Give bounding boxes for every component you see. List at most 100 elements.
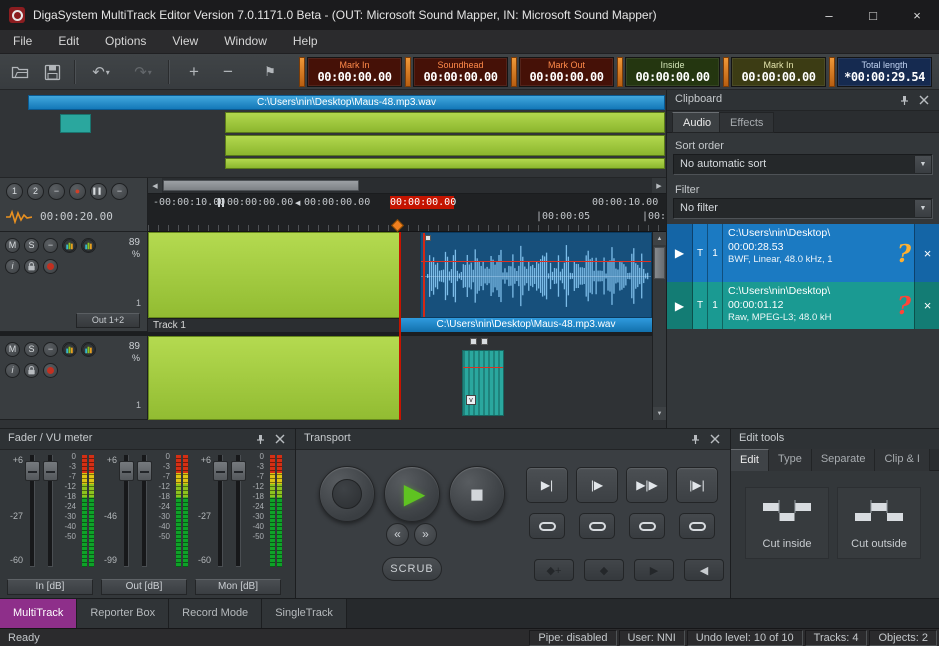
marker-button[interactable]: ⚑ (256, 60, 284, 84)
scroll-left-arrow[interactable]: ◀ (148, 178, 162, 193)
menu-item-view[interactable]: View (159, 30, 211, 53)
clipboard-item-1[interactable]: ▶ T 1 C:\Users\nin\Desktop\ 00:00:28.53 … (667, 224, 939, 282)
track1-solo-button[interactable]: S (24, 238, 39, 253)
object-handle[interactable] (470, 338, 477, 345)
scroll-up-arrow[interactable]: ▲ (653, 232, 666, 245)
track1-meter2-icon[interactable] (81, 238, 96, 253)
undo-dropdown-icon[interactable]: ▾ (106, 68, 110, 77)
redo-button[interactable]: ↷▾ (126, 60, 160, 84)
play-around-button[interactable]: |▶| (676, 467, 718, 503)
tab-effects[interactable]: Effects (719, 112, 774, 133)
playhead-line[interactable] (399, 232, 401, 420)
overview-clip-3[interactable] (225, 158, 665, 169)
track1-info-button[interactable]: i (5, 259, 20, 274)
track2-meter2-icon[interactable] (81, 342, 96, 357)
timeline-ruler[interactable]: -00:00:10.00 00:00:00.00 ◀ 00:00:00.00 0… (148, 194, 666, 232)
track1-record-arm-button[interactable] (43, 259, 58, 274)
track2-record-arm-button[interactable] (43, 363, 58, 378)
channel-1-button[interactable]: 1 (6, 183, 23, 200)
play-to-mark-button[interactable]: ▶| (526, 467, 568, 503)
undo-button[interactable]: ↶▾ (84, 60, 118, 84)
scrub-button[interactable]: SCRUB (382, 557, 442, 581)
marker-button[interactable]: ◆ (584, 559, 624, 581)
open-button[interactable] (6, 60, 34, 84)
tab-clip[interactable]: Clip & I (875, 449, 929, 471)
chevron-down-icon[interactable]: ▼ (914, 156, 931, 173)
item-remove-button[interactable]: × (914, 282, 939, 329)
zoom-out-button[interactable]: − (214, 60, 242, 84)
record-indicator-button[interactable]: ● (69, 183, 86, 200)
track1-lock-button[interactable] (24, 259, 39, 274)
track2-minimize-button[interactable]: − (43, 342, 58, 357)
scroll-right-arrow[interactable]: ▶ (652, 178, 666, 193)
pin-icon[interactable] (690, 434, 702, 445)
track2-info-button[interactable]: i (5, 363, 20, 378)
menu-item-edit[interactable]: Edit (45, 30, 92, 53)
scroll-down-arrow[interactable]: ▼ (653, 407, 666, 420)
stop-button[interactable]: ■ (449, 466, 505, 522)
play-button[interactable]: ▶ (384, 466, 440, 522)
track1-minimize-button[interactable]: − (43, 238, 58, 253)
display-grip[interactable] (829, 57, 835, 87)
display-grip[interactable] (405, 57, 411, 87)
clip-track2-green[interactable] (148, 336, 400, 420)
clip-volume-line[interactable] (421, 261, 651, 262)
track1-meter-icon[interactable] (62, 238, 77, 253)
pause-indicator-button[interactable]: ▌▌ (90, 183, 107, 200)
close-panel-icon[interactable] (919, 95, 931, 106)
tab-multitrack[interactable]: MultiTrack (0, 599, 77, 628)
track2-lock-button[interactable] (24, 363, 39, 378)
skip-forward-button[interactable]: » (414, 523, 437, 546)
item-play-button[interactable]: ▶ (667, 224, 693, 282)
clip-track1-waveform[interactable] (420, 232, 652, 318)
track2-meter-icon[interactable] (62, 342, 77, 357)
fader-slider[interactable] (137, 461, 152, 481)
display-grip[interactable] (723, 57, 729, 87)
fader-slider[interactable] (231, 461, 246, 481)
skip-back-button[interactable]: « (386, 523, 409, 546)
menu-item-help[interactable]: Help (280, 30, 331, 53)
close-panel-icon[interactable] (710, 434, 722, 445)
pin-icon[interactable] (899, 95, 911, 106)
track1-clip-label[interactable]: C:\Users\nin\Desktop\Maus-48.mp3.wav (400, 318, 652, 332)
minimize-button[interactable]: – (807, 0, 851, 30)
track1-output-button[interactable]: Out 1+2 (76, 313, 140, 328)
play-selection-button[interactable]: ▶|▶ (626, 467, 668, 503)
fader-slider[interactable] (43, 461, 58, 481)
menu-item-options[interactable]: Options (92, 30, 159, 53)
record-button[interactable] (319, 466, 375, 522)
overview-file-bar[interactable]: C:\Users\nin\Desktop\Maus-48.mp3.wav (28, 95, 665, 110)
marker-add-button[interactable]: ◆+ (534, 559, 574, 581)
tab-record-mode[interactable]: Record Mode (169, 599, 262, 628)
horizontal-scroll-thumb[interactable] (163, 180, 359, 191)
tab-audio[interactable]: Audio (672, 112, 722, 133)
track1-mute-button[interactable]: M (5, 238, 20, 253)
loop-button-1[interactable] (529, 513, 565, 539)
tab-reporter-box[interactable]: Reporter Box (77, 599, 169, 628)
menu-item-file[interactable]: File (0, 30, 45, 53)
tab-type[interactable]: Type (769, 449, 812, 471)
menu-item-window[interactable]: Window (211, 30, 280, 53)
item-remove-button[interactable]: × (914, 224, 939, 282)
loop-button-4[interactable] (679, 513, 715, 539)
tab-edit[interactable]: Edit (731, 449, 769, 471)
vertical-scroll-thumb[interactable] (654, 247, 665, 279)
nudge-left-button[interactable]: ◀ (684, 559, 724, 581)
track2-mute-button[interactable]: M (5, 342, 20, 357)
close-button[interactable]: × (895, 0, 939, 30)
sort-order-select[interactable]: No automatic sort ▼ (673, 154, 933, 175)
tab-separate[interactable]: Separate (812, 449, 876, 471)
object-v-marker[interactable]: v (466, 395, 476, 405)
filter-select[interactable]: No filter ▼ (673, 198, 933, 219)
maximize-button[interactable]: □ (851, 0, 895, 30)
object-volume-line[interactable] (463, 367, 503, 368)
cut-outside-button[interactable]: Cut outside (837, 487, 921, 559)
vertical-scrollbar[interactable]: ▲ ▼ (652, 232, 666, 420)
clip-track1-green[interactable] (148, 232, 400, 318)
redo-dropdown-icon[interactable]: ▾ (148, 68, 152, 77)
fader-slider[interactable] (25, 461, 40, 481)
close-panel-icon[interactable] (275, 434, 287, 445)
tab-singletrack[interactable]: SingleTrack (262, 599, 347, 628)
clip-track2-object[interactable]: v (462, 350, 504, 416)
zoom-in-button[interactable]: + (180, 60, 208, 84)
